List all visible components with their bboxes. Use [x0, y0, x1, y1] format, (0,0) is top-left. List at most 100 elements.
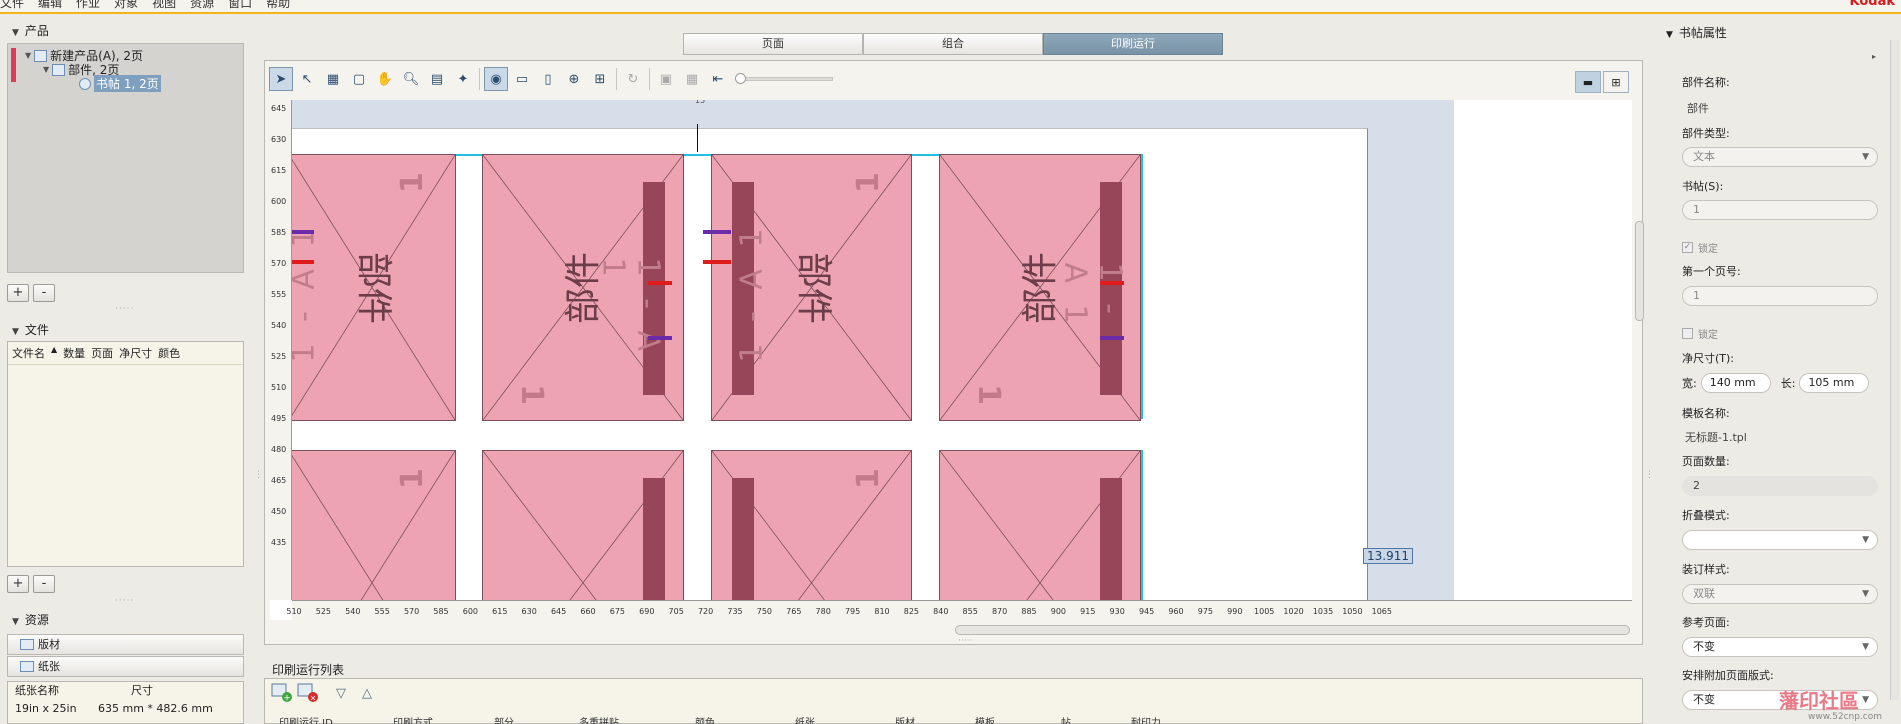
col-quantity[interactable]: 数量: [63, 345, 85, 361]
menu-object[interactable]: 对象: [114, 0, 138, 11]
distribute-icon[interactable]: ▦: [680, 67, 704, 91]
zoom-slider[interactable]: [735, 73, 833, 84]
magic-layout-icon[interactable]: ✦: [451, 67, 475, 91]
splitter-handle[interactable]: ·····: [115, 304, 134, 314]
grid-split-icon[interactable]: ⊞: [588, 67, 612, 91]
signature-field[interactable]: 1: [1682, 200, 1878, 220]
table-row[interactable]: 19in x 25in 635 mm * 482.6 mm: [8, 700, 243, 718]
page-tool-icon[interactable]: ▢: [347, 67, 371, 91]
col-trim-size[interactable]: 净尺寸: [119, 345, 152, 361]
col-template[interactable]: 模板: [959, 714, 1043, 724]
col-run-id[interactable]: 印刷运行 ID: [265, 714, 373, 724]
resource-section-header[interactable]: ▼ 资源: [12, 611, 49, 628]
lock-first-page-checkbox[interactable]: 锁定: [1682, 326, 1718, 341]
move-down-icon[interactable]: ▽: [329, 682, 353, 704]
add-product-button[interactable]: +: [7, 284, 29, 302]
tab-compose[interactable]: 组合: [863, 33, 1043, 55]
col-paper-name[interactable]: 纸张名称: [8, 682, 83, 700]
menu-file[interactable]: 文件: [0, 0, 24, 11]
page-cell[interactable]: 部件1 - A 11: [711, 154, 912, 421]
grid-view-icon[interactable]: ⊞: [1603, 71, 1629, 93]
rotate-icon[interactable]: ↻: [621, 67, 645, 91]
hruler-tick-label: 1050: [1342, 607, 1363, 616]
menu-resource[interactable]: 资源: [190, 0, 214, 11]
menu-view[interactable]: 视图: [152, 0, 176, 11]
select-tool-icon[interactable]: ➤: [269, 67, 293, 91]
ruler-icon[interactable]: ▭: [510, 67, 534, 91]
page-cell[interactable]: [482, 450, 684, 600]
hruler-tick-label: 555: [374, 607, 390, 616]
page-cell[interactable]: [939, 450, 1141, 600]
lock-signature-checkbox[interactable]: ✓ 锁定: [1682, 240, 1718, 255]
document-icon[interactable]: ▯: [536, 67, 560, 91]
col-run-length[interactable]: 耐印力: [1113, 714, 1193, 724]
fold-mode-select[interactable]: ▼: [1682, 530, 1878, 550]
remove-file-button[interactable]: -: [33, 575, 55, 593]
signature-props-header[interactable]: ▼ 书帖属性: [1666, 24, 1727, 41]
col-print-method[interactable]: 印刷方式: [373, 714, 476, 724]
tree-item-signature[interactable]: 书帖 1, 2页: [79, 75, 161, 92]
remove-product-button[interactable]: -: [33, 284, 55, 302]
col-color[interactable]: 颜色: [158, 345, 180, 361]
page-select-icon[interactable]: ▦: [321, 67, 345, 91]
panel-menu-icon[interactable]: ▸: [1872, 52, 1876, 61]
col-plate[interactable]: 版材: [873, 714, 959, 724]
back-icon[interactable]: ⇤: [706, 67, 730, 91]
splitter-handle[interactable]: ·····: [115, 596, 134, 606]
vertical-scrollbar[interactable]: [1635, 101, 1644, 621]
dropdown-arrow-icon: ▼: [1862, 589, 1869, 599]
page-cell[interactable]: 部件1 - A 11: [939, 154, 1141, 421]
col-paper[interactable]: 纸张: [773, 714, 873, 724]
svg-text:×: ×: [310, 694, 317, 703]
horizontal-scrollbar[interactable]: [955, 625, 1630, 635]
menu-edit[interactable]: 编辑: [38, 0, 62, 11]
properties-scrollbar[interactable]: [1890, 40, 1899, 700]
first-page-field[interactable]: 1: [1682, 286, 1878, 306]
bottom-splitter[interactable]: ·····: [958, 636, 972, 646]
add-file-button[interactable]: +: [7, 575, 29, 593]
menu-window[interactable]: 窗口: [228, 0, 252, 11]
width-input[interactable]: 140 mm: [1700, 373, 1771, 393]
hand-tool-icon[interactable]: ✋: [373, 67, 397, 91]
crosshair-icon[interactable]: ⊕: [562, 67, 586, 91]
delete-run-icon[interactable]: ×: [296, 682, 320, 704]
page-cell[interactable]: 1: [292, 450, 456, 600]
page-cell[interactable]: 部件1 - A 11: [482, 154, 684, 421]
col-file-name[interactable]: 文件名: [12, 345, 45, 361]
align-icon[interactable]: ▣: [654, 67, 678, 91]
move-up-icon[interactable]: △: [355, 682, 379, 704]
page-number: 1: [394, 468, 430, 489]
zoom-tool-icon[interactable]: 🔍︎: [399, 67, 423, 91]
scroll-thumb[interactable]: [1635, 221, 1644, 321]
resource-tab-plate[interactable]: 版材: [7, 634, 244, 655]
binding-style-select[interactable]: 双联 ▼: [1682, 584, 1878, 604]
view-eye-icon[interactable]: ◉: [484, 67, 508, 91]
col-signature[interactable]: 帖: [1043, 714, 1113, 724]
tab-print-run[interactable]: 印刷运行: [1043, 33, 1223, 55]
add-run-icon[interactable]: +: [270, 682, 294, 704]
zoom-slider-knob[interactable]: [735, 73, 746, 84]
file-section-header[interactable]: ▼ 文件: [12, 321, 49, 338]
work-area[interactable]: 部件1 - A 11部件1 - A 11部件1 - A 11部件1 - A 11…: [292, 100, 1632, 600]
tab-pages[interactable]: 页面: [683, 33, 863, 55]
resource-tab-paper[interactable]: 纸张: [7, 656, 244, 677]
product-section-header[interactable]: ▼ 产品: [12, 22, 49, 39]
length-input[interactable]: 105 mm: [1799, 373, 1870, 393]
col-pages[interactable]: 页面: [91, 345, 113, 361]
page-cell[interactable]: 部件1 - A 11: [292, 154, 456, 421]
imposition-canvas[interactable]: 645 630 615 600 585 570 555 540 525 510 495 480 465 4…: [270, 100, 1632, 620]
menu-help[interactable]: 帮助: [266, 0, 290, 11]
menu-job[interactable]: 作业: [76, 0, 100, 11]
col-color[interactable]: 颜色: [673, 714, 773, 724]
layout-dropdown-icon[interactable]: ▤: [425, 67, 449, 91]
part-type-select[interactable]: 文本 ▼: [1682, 147, 1878, 167]
page-cell[interactable]: 1: [711, 450, 912, 600]
col-paper-size[interactable]: 尺寸: [83, 682, 153, 700]
single-view-icon[interactable]: ▬: [1575, 71, 1601, 93]
ref-page-select[interactable]: 不变 ▼: [1682, 637, 1878, 657]
subselect-tool-icon[interactable]: ↖: [295, 67, 319, 91]
hruler-tick-label: 630: [521, 607, 537, 616]
col-multi-up[interactable]: 多重拼贴: [563, 714, 673, 724]
col-section[interactable]: 部分: [476, 714, 563, 724]
left-splitter[interactable]: ⋮: [254, 470, 263, 480]
